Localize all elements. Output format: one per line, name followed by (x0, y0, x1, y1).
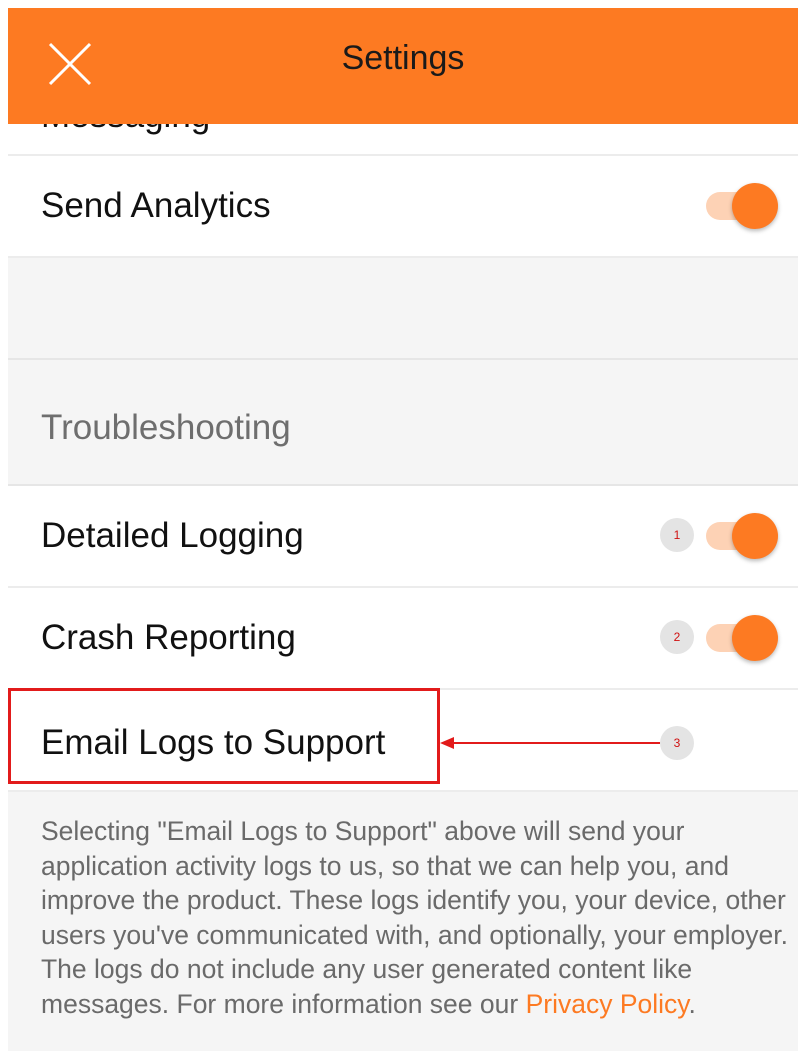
toggle-thumb (732, 513, 778, 559)
email-logs-description: Selecting "Email Logs to Support" above … (41, 814, 791, 1021)
description-trailing: . (688, 988, 696, 1019)
annotation-badge-2: 2 (660, 620, 694, 654)
crash-reporting-label: Crash Reporting (41, 618, 296, 657)
settings-row-crash-reporting[interactable]: Crash Reporting 2 (8, 588, 798, 690)
app-bar: Settings (8, 8, 798, 124)
page-title: Settings (341, 39, 465, 77)
section-title: Troubleshooting (41, 408, 291, 447)
crash-reporting-toggle[interactable] (706, 615, 778, 661)
detailed-logging-label: Detailed Logging (41, 516, 304, 555)
detailed-logging-toggle[interactable] (706, 513, 778, 559)
settings-row-detailed-logging[interactable]: Detailed Logging 1 (8, 486, 798, 588)
settings-screen: Settings Messaging Send Analytics Troubl… (8, 8, 798, 1051)
settings-row-partial[interactable]: Messaging (8, 96, 798, 156)
send-analytics-toggle[interactable] (706, 183, 778, 229)
section-spacer (8, 258, 798, 360)
send-analytics-label: Send Analytics (41, 186, 271, 225)
section-header-troubleshooting: Troubleshooting (8, 360, 798, 486)
annotation-badge-1: 1 (660, 518, 694, 552)
toggle-thumb (732, 183, 778, 229)
annotation-highlight-box (8, 688, 440, 784)
settings-row-send-analytics[interactable]: Send Analytics (8, 156, 798, 258)
toggle-thumb (732, 615, 778, 661)
annotation-arrow-icon (440, 737, 660, 749)
privacy-policy-link[interactable]: Privacy Policy (526, 989, 689, 1019)
